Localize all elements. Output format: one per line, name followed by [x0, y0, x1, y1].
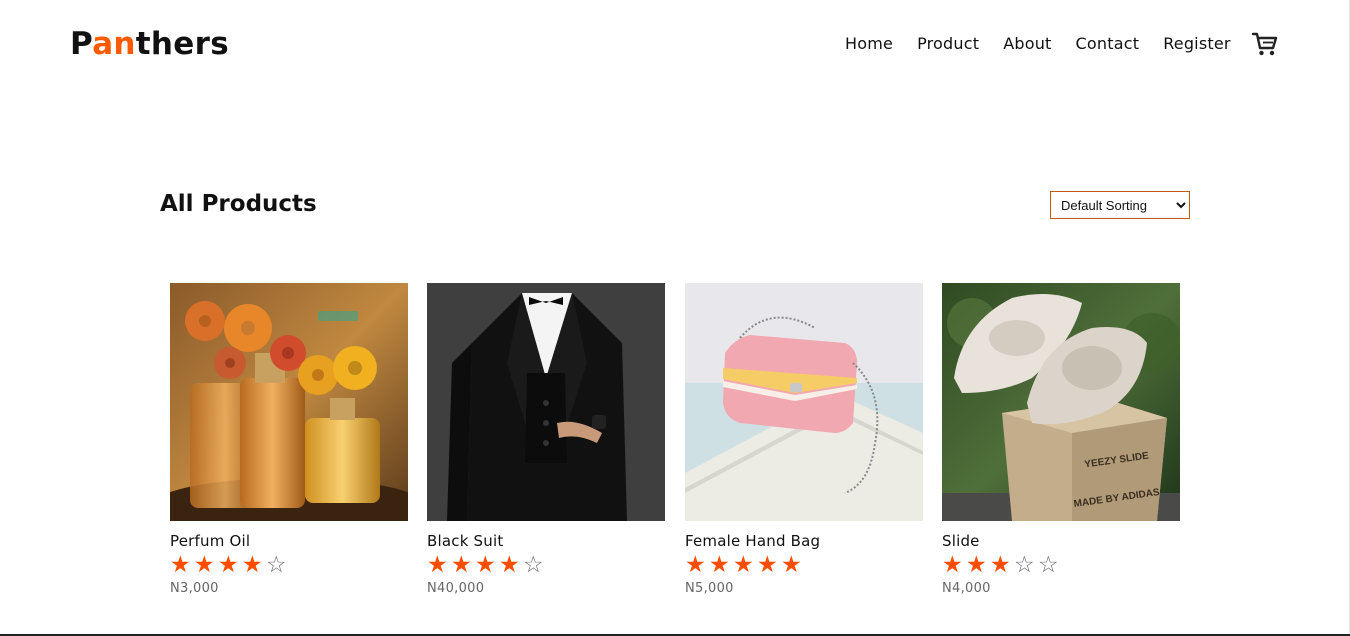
- star-empty-icon: ☆: [1038, 552, 1059, 578]
- product-image-slide[interactable]: YEEZY SLIDE MADE BY ADIDAS: [942, 283, 1180, 521]
- star-filled-icon: ★: [499, 552, 520, 578]
- logo-prefix: P: [70, 26, 93, 62]
- nav-about-link[interactable]: About: [1003, 34, 1051, 53]
- shopping-cart-icon[interactable]: [1251, 30, 1279, 58]
- product-name[interactable]: Female Hand Bag: [685, 532, 923, 550]
- product-name[interactable]: Perfum Oil: [170, 532, 408, 550]
- star-filled-icon: ★: [242, 552, 263, 578]
- rating-stars: ★ ★ ★ ★ ☆: [170, 552, 408, 578]
- product-price: N5,000: [685, 581, 734, 596]
- nav-product-link[interactable]: Product: [917, 34, 979, 53]
- star-filled-icon: ★: [685, 552, 706, 578]
- star-filled-icon: ★: [709, 552, 730, 578]
- rating-stars: ★ ★ ★ ★ ★: [685, 552, 923, 578]
- product-name[interactable]: Slide: [942, 532, 1180, 550]
- product-card[interactable]: Perfum Oil ★ ★ ★ ★ ☆ N3,000: [170, 283, 408, 596]
- product-image-suit[interactable]: [427, 283, 665, 521]
- product-image-perfume[interactable]: [170, 283, 408, 521]
- star-filled-icon: ★: [475, 552, 496, 578]
- star-empty-icon: ☆: [1014, 552, 1035, 578]
- nav-home-link[interactable]: Home: [845, 34, 893, 53]
- product-card[interactable]: Female Hand Bag ★ ★ ★ ★ ★ N5,000: [685, 283, 923, 596]
- product-price: N40,000: [427, 581, 485, 596]
- logo-accent: an: [92, 26, 136, 62]
- star-filled-icon: ★: [781, 552, 802, 578]
- page-title: All Products: [160, 191, 317, 217]
- main-nav: Home Product About Contact Register: [845, 34, 1255, 53]
- star-filled-icon: ★: [942, 552, 963, 578]
- star-filled-icon: ★: [170, 552, 191, 578]
- star-filled-icon: ★: [451, 552, 472, 578]
- star-empty-icon: ☆: [523, 552, 544, 578]
- star-empty-icon: ☆: [266, 552, 287, 578]
- star-filled-icon: ★: [757, 552, 778, 578]
- nav-contact-link[interactable]: Contact: [1076, 34, 1140, 53]
- rating-stars: ★ ★ ★ ★ ☆: [427, 552, 665, 578]
- star-filled-icon: ★: [427, 552, 448, 578]
- star-filled-icon: ★: [990, 552, 1011, 578]
- page: Panthers Home Product About Contact Regi…: [0, 0, 1350, 636]
- sort-select[interactable]: Default Sorting: [1050, 191, 1190, 219]
- star-filled-icon: ★: [966, 552, 987, 578]
- star-filled-icon: ★: [194, 552, 215, 578]
- product-price: N4,000: [942, 581, 991, 596]
- product-price: N3,000: [170, 581, 219, 596]
- star-filled-icon: ★: [733, 552, 754, 578]
- product-card[interactable]: YEEZY SLIDE MADE BY ADIDAS Slide ★ ★ ★ ☆ ☆ N…: [942, 283, 1180, 596]
- star-filled-icon: ★: [218, 552, 239, 578]
- product-card[interactable]: Black Suit ★ ★ ★ ★ ☆ N40,000: [427, 283, 665, 596]
- product-name[interactable]: Black Suit: [427, 532, 665, 550]
- brand-logo[interactable]: Panthers: [70, 26, 229, 62]
- product-image-handbag[interactable]: [685, 283, 923, 521]
- rating-stars: ★ ★ ★ ☆ ☆: [942, 552, 1180, 578]
- logo-suffix: thers: [135, 26, 229, 62]
- nav-register-link[interactable]: Register: [1163, 34, 1230, 53]
